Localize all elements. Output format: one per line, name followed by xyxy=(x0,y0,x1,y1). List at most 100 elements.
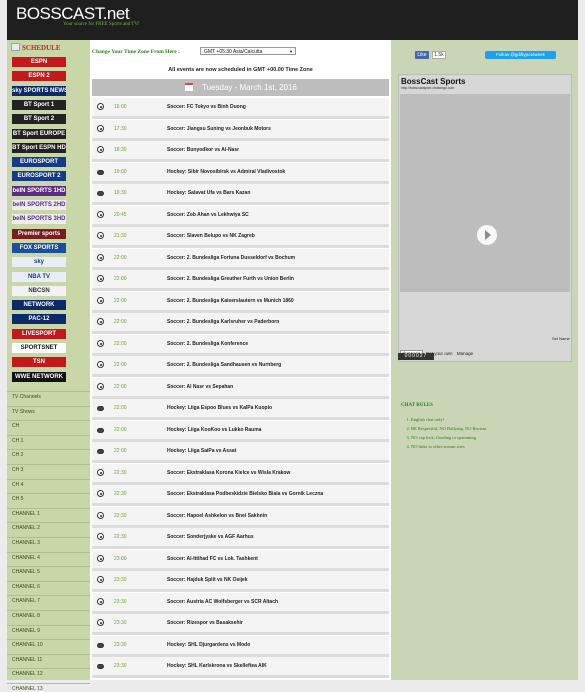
sidebar-link-channel-4[interactable]: CHANNEL 4 xyxy=(12,555,40,561)
event-title[interactable]: Soccer: Hapoel Ashkelon vs Bnei Sakhnin xyxy=(167,513,267,519)
nhl-livesport-logo[interactable]: LIVESPORT xyxy=(12,328,66,339)
sidebar-link-tv-shows[interactable]: TV Shows xyxy=(12,409,35,415)
sidebar-link-channel-12[interactable]: CHANNEL 12 xyxy=(12,671,43,677)
event-row[interactable]: 21:30 Soccer: Slaven Belupo vs NK Zagreb xyxy=(92,227,389,248)
chat-message-area[interactable] xyxy=(400,94,570,292)
sidebar-link-tv-channels[interactable]: TV Channels xyxy=(12,394,41,400)
sidebar-link-ch-2[interactable]: CH 2 xyxy=(12,452,23,458)
event-row[interactable]: 22:00 Hockey: Liiga KooKoo vs Lukko Rauma xyxy=(92,420,389,442)
event-title[interactable]: Hockey: Salavat Ufa vs Bars Kazan xyxy=(167,190,250,196)
event-title[interactable]: Soccer: Al-Ittihad FC vs Lok. Tashkent xyxy=(167,556,258,562)
sidebar-link-ch-1[interactable]: CH 1 xyxy=(12,438,23,444)
event-title[interactable]: Soccer: 2. Bundesliga Fortuna Dusseldorf… xyxy=(167,255,295,261)
sportsnet-logo[interactable]: SPORTSNET xyxy=(12,343,66,353)
sidebar-link-channel-6[interactable]: CHANNEL 6 xyxy=(12,584,40,590)
event-row[interactable]: 23:30 Soccer: Hajduk Split vs NK Osijek xyxy=(92,571,389,592)
event-title[interactable]: Soccer: 2. Bundesliga Kaiserslautern vs … xyxy=(167,298,294,304)
sidebar-link-channel-10[interactable]: CHANNEL 10 xyxy=(12,642,43,648)
event-row[interactable]: 22:00 Soccer: 2. Bundesliga Fortuna Dusse… xyxy=(92,248,389,270)
event-title[interactable]: Soccer: Jiangsu Suning vs Jeonbuk Motors xyxy=(167,126,271,132)
site-logo[interactable]: BOSSCAST.net xyxy=(16,4,130,24)
event-row[interactable]: 22:00 Soccer: Al Nasr vs Sepahan xyxy=(92,377,389,399)
event-row[interactable]: 22:00 Soccer: 2. Bundesliga Karlsruher vs… xyxy=(92,313,389,334)
play-icon[interactable] xyxy=(477,225,497,245)
event-row[interactable]: 22:30 Soccer: Ekstraklasa Korona Kielce v… xyxy=(92,463,389,485)
sidebar-link-channel-1[interactable]: CHANNEL 1 xyxy=(12,511,40,517)
pac12-logo[interactable]: PAC-12 xyxy=(12,314,66,325)
sidebar-link-ch[interactable]: CH xyxy=(12,423,19,429)
event-title[interactable]: Soccer: Al Nasr vs Sepahan xyxy=(167,384,233,390)
sidebar-link-ch-5[interactable]: CH 5 xyxy=(12,496,23,502)
event-row[interactable]: 20:45 Soccer: Zob Ahan vs Lekhwiya SC xyxy=(92,205,389,227)
event-row[interactable]: 23:30 Soccer: Rizespor vs Basaksehir xyxy=(92,614,389,635)
timezone-select[interactable]: GMT +05:30 Asia/Calcutta ▼ xyxy=(200,47,296,55)
event-row[interactable]: 17:30 Soccer: Jiangsu Suning vs Jeonbuk M… xyxy=(92,119,389,141)
event-row[interactable]: 23:00 Soccer: Al-Ittihad FC vs Lok. Tashk… xyxy=(92,549,389,571)
wwe-network-logo[interactable]: WWE NETWORK xyxy=(12,371,66,382)
bt-sport-1-logo[interactable]: BT Sport 1 xyxy=(12,99,66,110)
event-row[interactable]: 16:00 Soccer: FC Tokyo vs Binh Duong xyxy=(92,98,389,119)
event-row[interactable]: 22:00 Hockey: Liiga SaiPa vs Assat xyxy=(92,442,389,463)
event-title[interactable]: Hockey: SHL Karlskrona vs Skelleftea AIK xyxy=(167,663,267,669)
event-row[interactable]: 22:00 Soccer: 2. Bundesliga Kaiserslauter… xyxy=(92,291,389,313)
eurosport-2-logo[interactable]: EUROSPORT 2 xyxy=(12,171,66,182)
schedule-link[interactable]: SCHEDULE xyxy=(11,43,87,53)
nfl-network-logo[interactable]: NETWORK xyxy=(12,300,66,311)
event-row[interactable]: 19:30 Hockey: Salavat Ufa vs Bars Kazan xyxy=(92,184,389,205)
event-title[interactable]: Soccer: 2. Bundesliga Greuther Furth vs … xyxy=(167,276,294,282)
event-row[interactable]: 23:30 Hockey: SHL Karlskrona vs Skellefte… xyxy=(92,657,389,678)
event-title[interactable]: Soccer: Rizespor vs Basaksehir xyxy=(167,620,243,626)
tsn-logo[interactable]: TSN xyxy=(12,357,66,368)
chat-url[interactable]: http://bosscastsport.chatango.com xyxy=(401,86,454,90)
manage-link[interactable]: Manage xyxy=(457,351,473,356)
bein-sports-3-logo[interactable]: beIN SPORTS 3HD xyxy=(12,214,66,225)
sidebar-link-channel-5[interactable]: CHANNEL 5 xyxy=(12,569,40,575)
twitter-follow-button[interactable]: Follow @gdiftypo1tweek xyxy=(485,51,556,59)
bt-sport-europe-logo[interactable]: BT Sport EUROPE xyxy=(12,128,66,139)
event-title[interactable]: Soccer: 2. Bundesliga Karlsruher vs Pade… xyxy=(167,319,279,325)
fox-sports-logo[interactable]: FOX SPORTS xyxy=(12,242,66,253)
event-title[interactable]: Soccer: 2. Bundesliga Sandhausen vs Nurn… xyxy=(167,362,281,368)
event-title[interactable]: Soccer: Ekstraklasa Korona Kielce vs Wis… xyxy=(167,470,290,476)
espn-logo[interactable]: ESPN xyxy=(12,57,66,67)
bt-sport-espn-hd-logo[interactable]: BT Sport ESPN HD xyxy=(12,142,66,153)
event-title[interactable]: Soccer: Sonderjyske vs AGF Aarhus xyxy=(167,534,254,540)
event-title[interactable]: Soccer: Zob Ahan vs Lekhwiya SC xyxy=(167,212,249,218)
nbcsn-logo[interactable]: NBCSN xyxy=(12,285,66,296)
nba-tv-logo[interactable]: NBA TV xyxy=(12,271,66,282)
event-title[interactable]: Hockey: Liiga KooKoo vs Lukko Rauma xyxy=(167,427,261,433)
sidebar-link-channel-13[interactable]: CHANNEL 13 xyxy=(12,686,43,692)
sidebar-link-channel-9[interactable]: CHANNEL 9 xyxy=(12,628,40,634)
sidebar-link-channel-7[interactable]: CHANNEL 7 xyxy=(12,598,40,604)
event-title[interactable]: Soccer: Hajduk Split vs NK Osijek xyxy=(167,577,248,583)
event-title[interactable]: Hockey: Liiga SaiPa vs Assat xyxy=(167,448,236,454)
event-row[interactable]: 22:00 Hockey: Liiga Espoo Blues vs KalPa … xyxy=(92,399,389,420)
sidebar-link-ch-3[interactable]: CH 3 xyxy=(12,467,23,473)
event-row[interactable]: 22:00 Soccer: 2. Bundesliga Sandhausen vs… xyxy=(92,356,389,377)
event-row[interactable]: 19:00 Hockey: Sibir Novosibirsk vs Admira… xyxy=(92,162,389,184)
set-name-link[interactable]: Set Name xyxy=(552,336,570,341)
eurosport-logo[interactable]: EUROSPORT xyxy=(12,157,66,168)
event-title[interactable]: Soccer: Bunyodkor vs Al-Nasr xyxy=(167,147,239,153)
event-row[interactable]: 22:30 Soccer: Ekstraklasa Podbeskidzie Bi… xyxy=(92,485,389,506)
premier-sports-logo[interactable]: Premier sports xyxy=(12,228,66,239)
sidebar-link-ch-4[interactable]: CH 4 xyxy=(12,482,23,488)
event-title[interactable]: Soccer: FC Tokyo vs Binh Duong xyxy=(167,104,246,110)
event-row[interactable]: 22:30 Soccer: Sonderjyske vs AGF Aarhus xyxy=(92,528,389,549)
event-title[interactable]: Soccer: Slaven Belupo vs NK Zagreb xyxy=(167,233,255,239)
bein-sports-2-logo[interactable]: beIN SPORTS 2HD xyxy=(12,200,66,210)
event-title[interactable]: Soccer: Austria AC Wolfsberger vs SCR Al… xyxy=(167,599,278,605)
event-title[interactable]: Hockey: SHL Djurgardens vs Modo xyxy=(167,642,250,648)
espn2-logo[interactable]: ESPN 2 xyxy=(12,71,66,82)
sky-sports-news-logo[interactable]: sky SPORTS NEWS xyxy=(12,85,66,96)
event-title[interactable]: Soccer: 2. Bundesliga Konference xyxy=(167,341,248,347)
sky-logo[interactable]: sky xyxy=(12,257,66,268)
event-title[interactable]: Hockey: Sibir Novosibirsk vs Admiral Vla… xyxy=(167,169,285,175)
bein-sports-1-logo[interactable]: beIN SPORTS 1HD xyxy=(12,185,66,196)
event-row[interactable]: 23:30 Hockey: SHL Djurgardens vs Modo xyxy=(92,635,389,657)
sidebar-link-channel-3[interactable]: CHANNEL 3 xyxy=(12,540,40,546)
sidebar-link-channel-8[interactable]: CHANNEL 8 xyxy=(12,613,40,619)
sidebar-link-channel-11[interactable]: CHANNEL 11 xyxy=(12,657,42,663)
event-row[interactable]: 18:30 Soccer: Bunyodkor vs Al-Nasr xyxy=(92,141,389,162)
facebook-like-button[interactable]: Like xyxy=(415,51,429,59)
